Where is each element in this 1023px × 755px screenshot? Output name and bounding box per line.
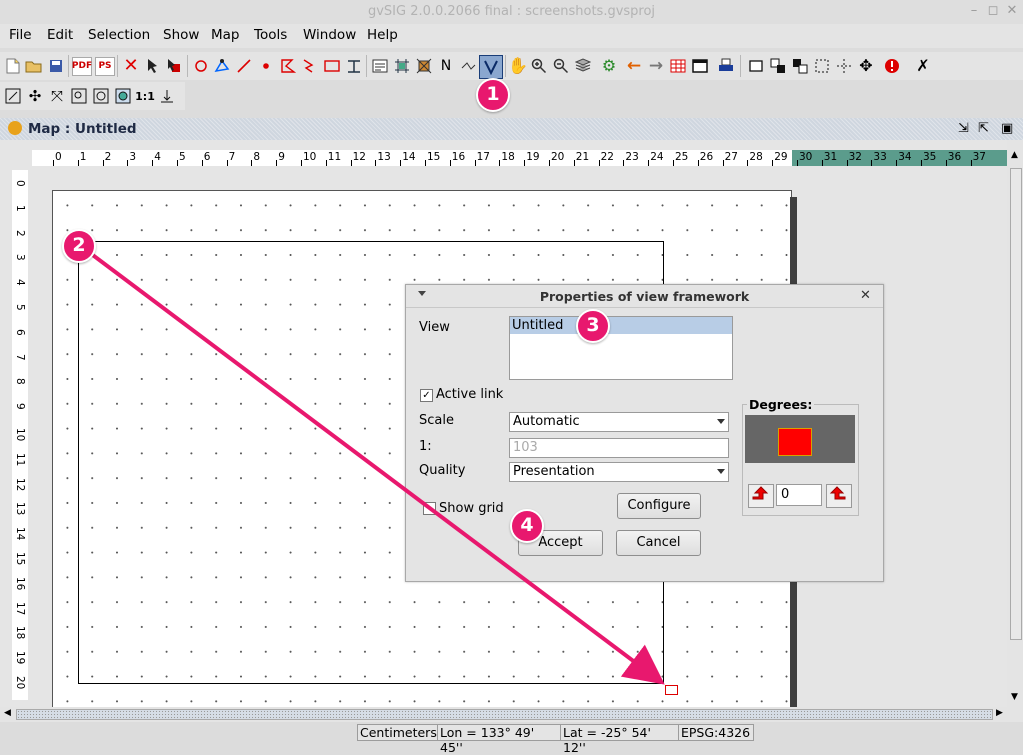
step-badge-3: 3 [576, 309, 610, 343]
step-badge-1: 1 [476, 78, 510, 112]
annotation-arrow [84, 248, 665, 685]
step-badge-4: 4 [510, 509, 544, 543]
step-badge-2: 2 [62, 229, 96, 263]
